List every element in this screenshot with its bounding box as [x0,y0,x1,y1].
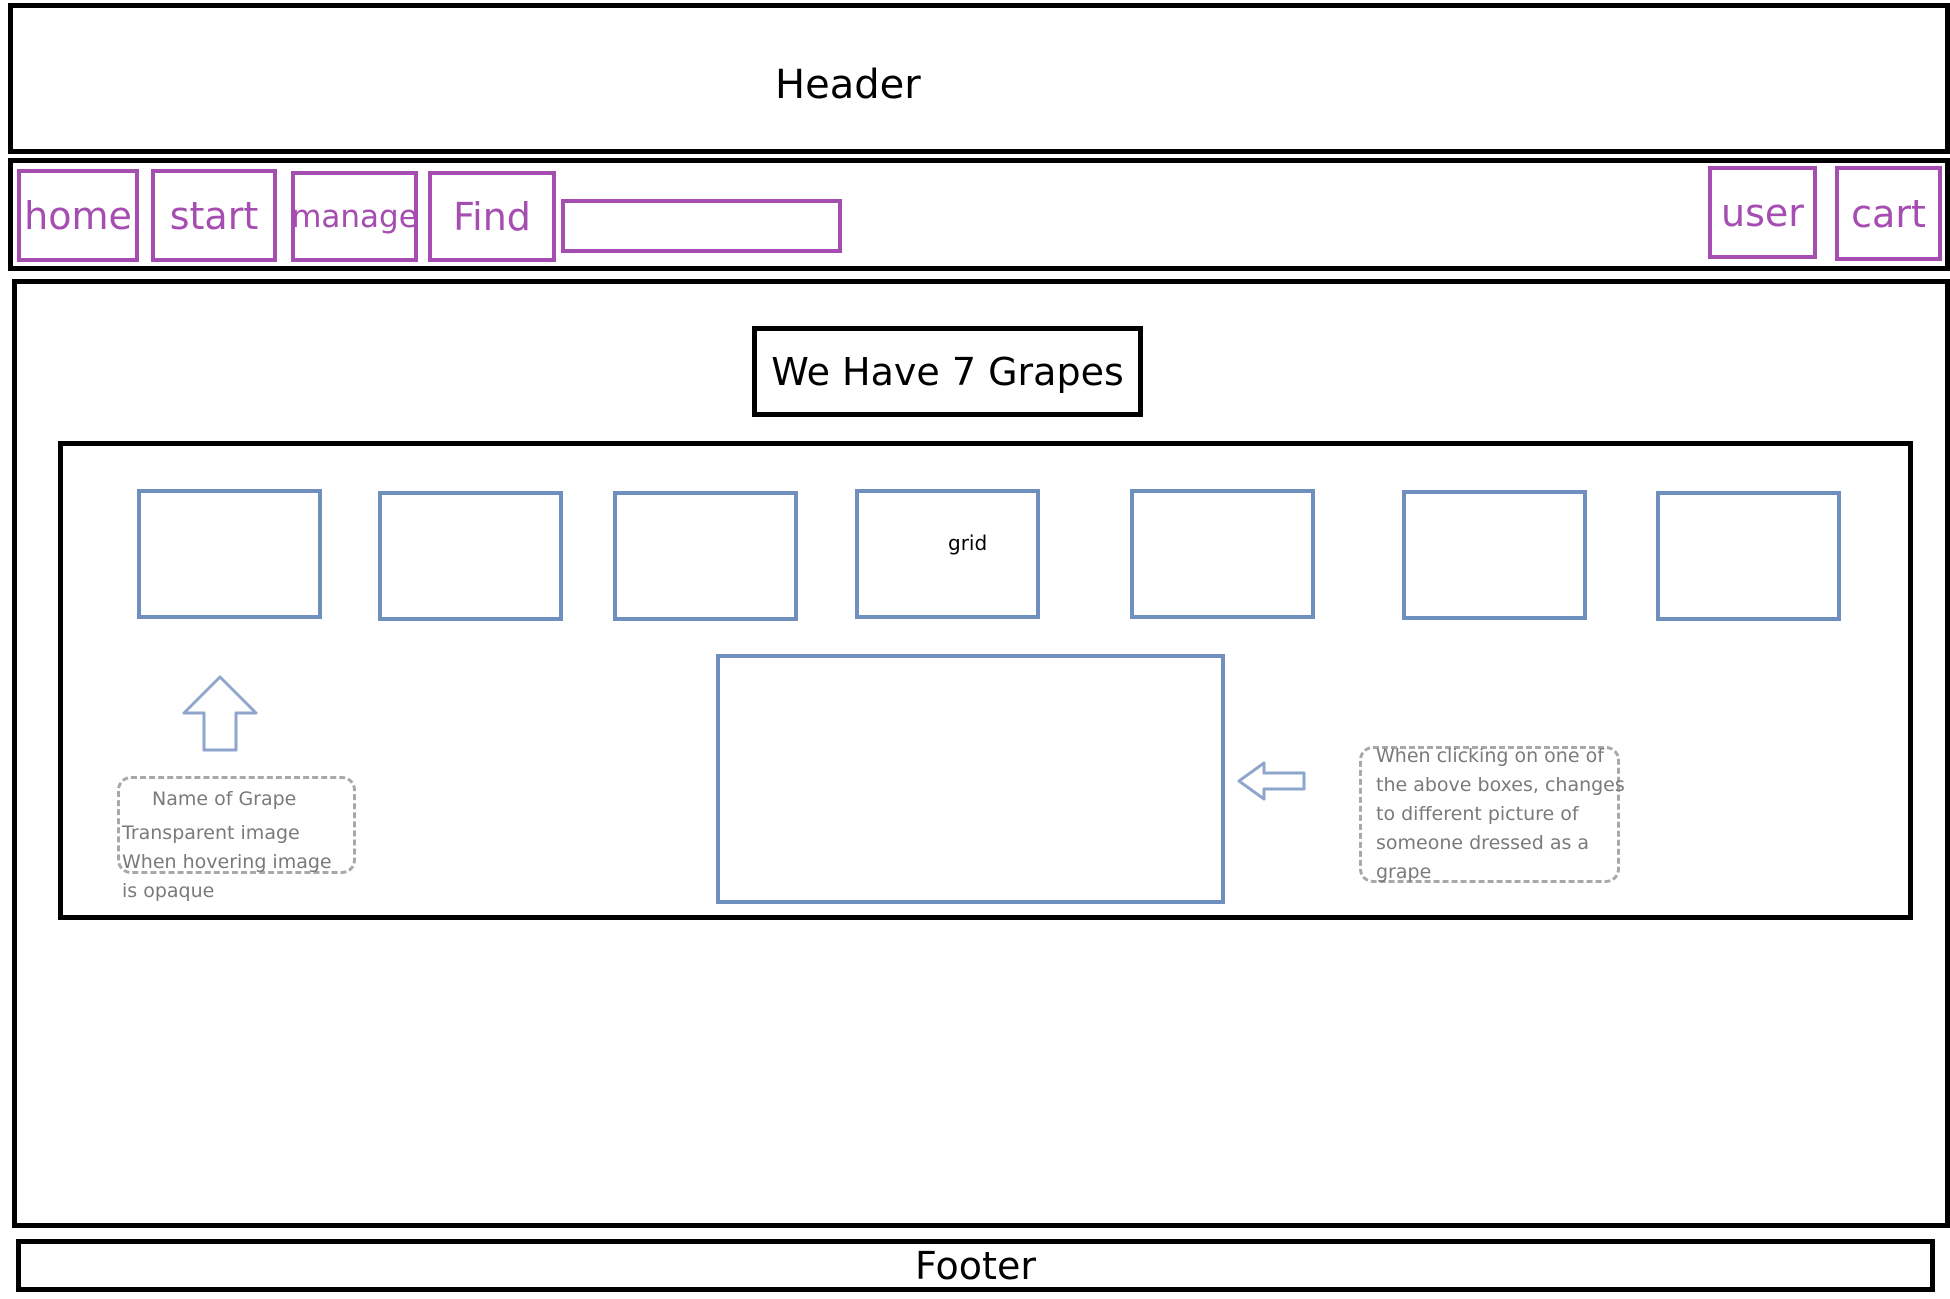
header-title: Header [775,62,921,108]
thumbnail-note-line: When hovering image [122,851,332,873]
nav-find-button[interactable]: Find [428,171,556,262]
grape-thumbnail[interactable] [1130,489,1315,619]
grape-thumbnail[interactable] [1656,491,1841,621]
grape-preview-image [716,654,1225,904]
header [8,3,1950,154]
grape-thumbnail[interactable] [613,491,798,621]
grape-thumbnail[interactable] [378,491,563,621]
thumbnail-note-line: is opaque [122,880,215,902]
up-arrow-icon [182,675,258,752]
user-label: user [1721,190,1804,235]
cart-label: cart [1851,191,1926,236]
page-title-text: We Have 7 Grapes [771,349,1124,394]
page-title: We Have 7 Grapes [752,326,1143,417]
left-arrow-icon [1237,761,1306,801]
grape-thumbnail[interactable] [1402,490,1587,620]
search-input[interactable] [561,199,842,253]
preview-note-line: grape [1376,861,1432,883]
nav-find-label: Find [453,194,531,239]
grape-thumbnail[interactable] [137,489,322,619]
nav-manage-label: manage [291,198,418,235]
thumbnail-note-line: Transparent image [122,822,300,844]
nav-start-button[interactable]: start [151,169,277,262]
preview-note-line: the above boxes, changes [1376,774,1625,796]
cart-button[interactable]: cart [1835,166,1942,261]
user-button[interactable]: user [1708,166,1817,259]
preview-note-line: to different picture of [1376,803,1579,825]
footer-title: Footer [915,1243,1036,1288]
nav-start-label: start [169,193,259,238]
preview-note-line: When clicking on one of [1376,745,1604,767]
nav-manage-button[interactable]: manage [291,171,418,262]
preview-note-line: someone dressed as a [1376,832,1590,854]
footer: Footer [16,1239,1935,1292]
nav-home-button[interactable]: home [17,169,139,262]
thumbnail-note-line: Name of Grape [152,788,297,810]
grid-label: grid [948,531,988,555]
nav-home-label: home [24,193,132,238]
